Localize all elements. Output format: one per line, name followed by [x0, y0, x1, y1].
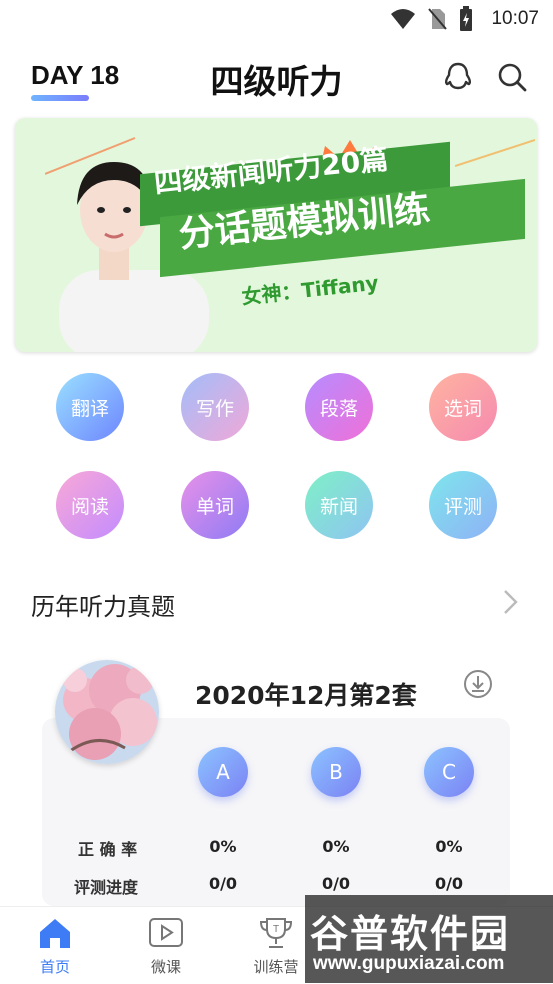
progress-label: 评测进度 [74, 878, 139, 897]
battery-charging-icon [460, 6, 472, 31]
no-sim-icon [428, 8, 447, 30]
status-bar: 10:07 [0, 0, 553, 38]
nav-home[interactable]: 首页 [15, 908, 95, 977]
watermark-url: www.gupuxiazai.com [313, 953, 505, 974]
category-button[interactable]: 阅读 [56, 471, 124, 539]
nav-label-home: 首页 [39, 958, 70, 976]
exam-option-button[interactable]: B [311, 747, 361, 797]
accuracy-label: 正 确 率 [78, 840, 138, 859]
chevron-right-icon[interactable] [500, 587, 522, 617]
search-icon[interactable] [495, 60, 529, 94]
exam-title: 2020年12月第2套 [195, 681, 417, 710]
progress-value: 0/0 [434, 874, 464, 893]
progress-value: 0/0 [208, 874, 238, 893]
nav-training[interactable]: T 训练营 [236, 908, 316, 977]
exam-thumbnail [55, 660, 159, 764]
wifi-icon [391, 9, 415, 29]
qq-icon[interactable] [441, 60, 475, 94]
video-play-icon [149, 918, 183, 947]
nav-label-courses: 微课 [150, 958, 181, 976]
decor-line [45, 137, 136, 175]
accuracy-value: 0% [209, 837, 237, 856]
watermark-title: 谷普软件园 [310, 912, 511, 956]
category-button[interactable]: 新闻 [305, 471, 373, 539]
accuracy-value: 0% [322, 837, 350, 856]
progress-value: 0/0 [321, 874, 351, 893]
nav-label-training: 训练营 [253, 958, 299, 976]
trophy-icon: T [259, 918, 293, 948]
home-icon [40, 919, 70, 948]
section-title: 历年听力真题 [31, 593, 175, 621]
category-button[interactable]: 写作 [181, 373, 249, 441]
nav-courses[interactable]: 微课 [126, 908, 206, 977]
decor-line [455, 139, 535, 167]
svg-text:T: T [273, 924, 279, 935]
accuracy-value: 0% [435, 837, 463, 856]
exam-option-button[interactable]: C [424, 747, 474, 797]
category-button[interactable]: 单词 [181, 471, 249, 539]
status-time: 10:07 [491, 8, 539, 29]
category-button[interactable]: 段落 [305, 373, 373, 441]
download-icon[interactable] [463, 669, 493, 699]
category-button[interactable]: 评测 [429, 471, 497, 539]
category-button[interactable]: 选词 [429, 373, 497, 441]
exam-option-button[interactable]: A [198, 747, 248, 797]
category-button[interactable]: 翻译 [56, 373, 124, 441]
